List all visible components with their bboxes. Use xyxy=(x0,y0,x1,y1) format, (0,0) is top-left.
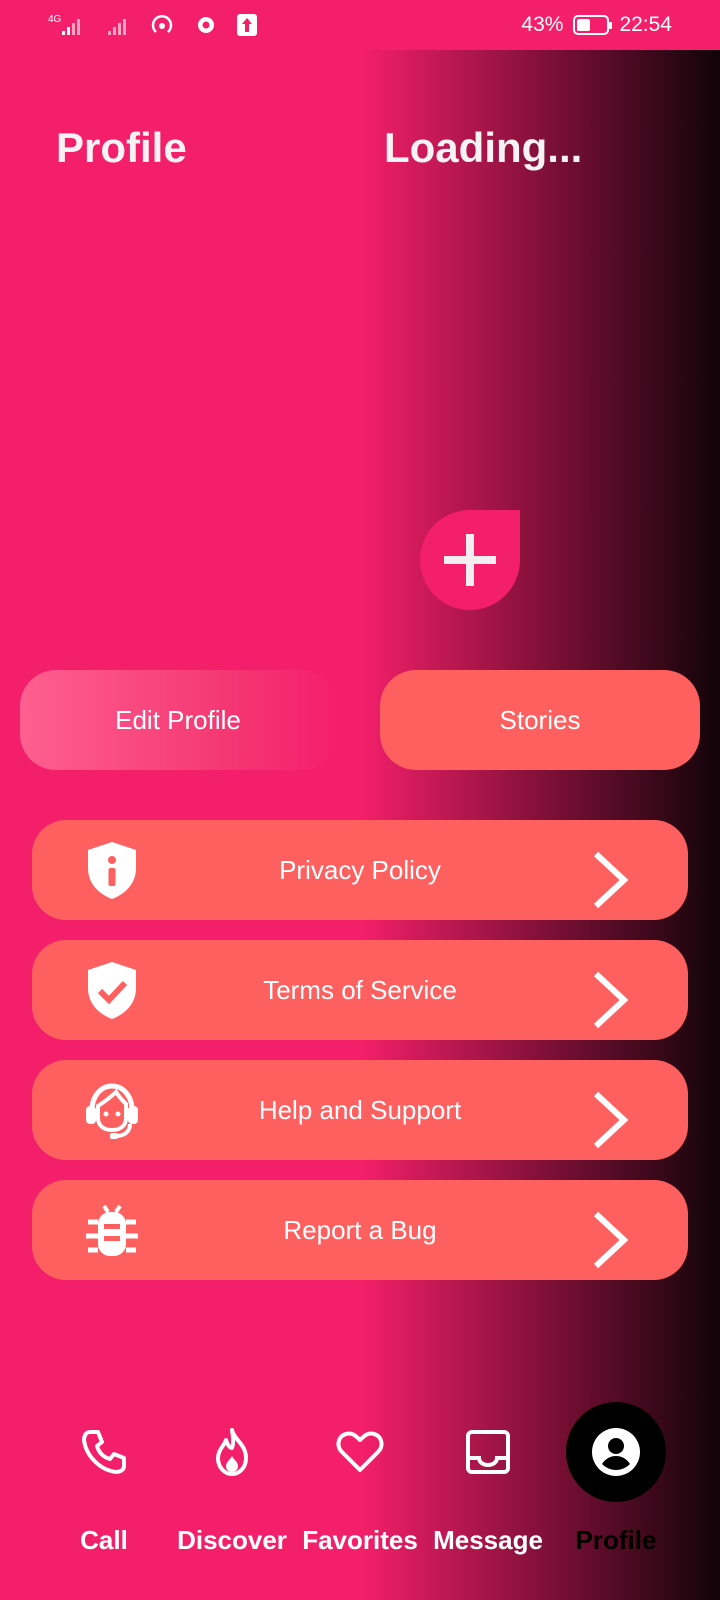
chevron-right-icon xyxy=(593,971,629,1029)
bug-icon xyxy=(86,1204,138,1256)
bottom-nav: Call Discover Favorites Message Profile xyxy=(0,1400,720,1600)
network-type: 4G xyxy=(48,14,62,25)
add-photo-button[interactable] xyxy=(420,510,520,610)
heart-icon xyxy=(336,1431,384,1472)
nav-label: Message xyxy=(433,1525,543,1555)
status-left: 4G xyxy=(48,12,258,38)
edit-profile-button[interactable]: Edit Profile xyxy=(20,670,336,770)
settings-gear-icon xyxy=(198,17,214,33)
edit-profile-label: Edit Profile xyxy=(115,704,241,735)
clock: 22:54 xyxy=(619,13,672,36)
plus-icon xyxy=(444,534,496,586)
menu-item-privacy-policy[interactable]: Privacy Policy xyxy=(32,820,688,920)
menu-item-report-a-bug[interactable]: Report a Bug xyxy=(32,1180,688,1280)
upload-icon xyxy=(237,14,257,36)
nav-label: Discover xyxy=(177,1525,287,1555)
shield-check-icon xyxy=(88,962,136,1019)
signal-2-icon xyxy=(108,19,126,35)
nav-item-call[interactable]: Call xyxy=(34,1400,174,1570)
nav-item-message[interactable]: Message xyxy=(418,1400,558,1570)
phone-icon xyxy=(82,1430,126,1474)
chevron-right-icon xyxy=(593,1091,629,1149)
signal-icon: 4G xyxy=(48,14,80,35)
status-right: 43% 22:54 xyxy=(521,13,672,37)
headset-agent-icon xyxy=(86,1083,138,1139)
battery-percent: 43% xyxy=(521,13,564,36)
nav-item-profile[interactable]: Profile xyxy=(546,1400,686,1570)
chevron-right-icon xyxy=(593,851,629,909)
nav-label: Call xyxy=(80,1525,128,1555)
inbox-icon xyxy=(466,1430,510,1474)
stories-button[interactable]: Stories xyxy=(380,670,700,770)
menu-item-help-and-support[interactable]: Help and Support xyxy=(32,1060,688,1160)
status-bar: 4G 43% 22:54 xyxy=(0,0,720,50)
stories-label: Stories xyxy=(499,704,581,735)
profile-name: Loading... xyxy=(384,124,583,171)
flame-icon xyxy=(216,1428,248,1476)
nav-item-discover[interactable]: Discover xyxy=(162,1400,302,1570)
battery-icon xyxy=(573,15,613,35)
page-title: Profile xyxy=(56,124,187,171)
chevron-right-icon xyxy=(593,1211,629,1269)
shield-info-icon xyxy=(88,842,136,899)
nav-item-favorites[interactable]: Favorites xyxy=(290,1400,430,1570)
menu-item-terms-of-service[interactable]: Terms of Service xyxy=(32,940,688,1040)
account-circle-icon xyxy=(592,1428,640,1476)
nav-label: Profile xyxy=(575,1525,657,1555)
hotspot-icon xyxy=(151,15,173,33)
nav-label: Favorites xyxy=(302,1525,418,1555)
